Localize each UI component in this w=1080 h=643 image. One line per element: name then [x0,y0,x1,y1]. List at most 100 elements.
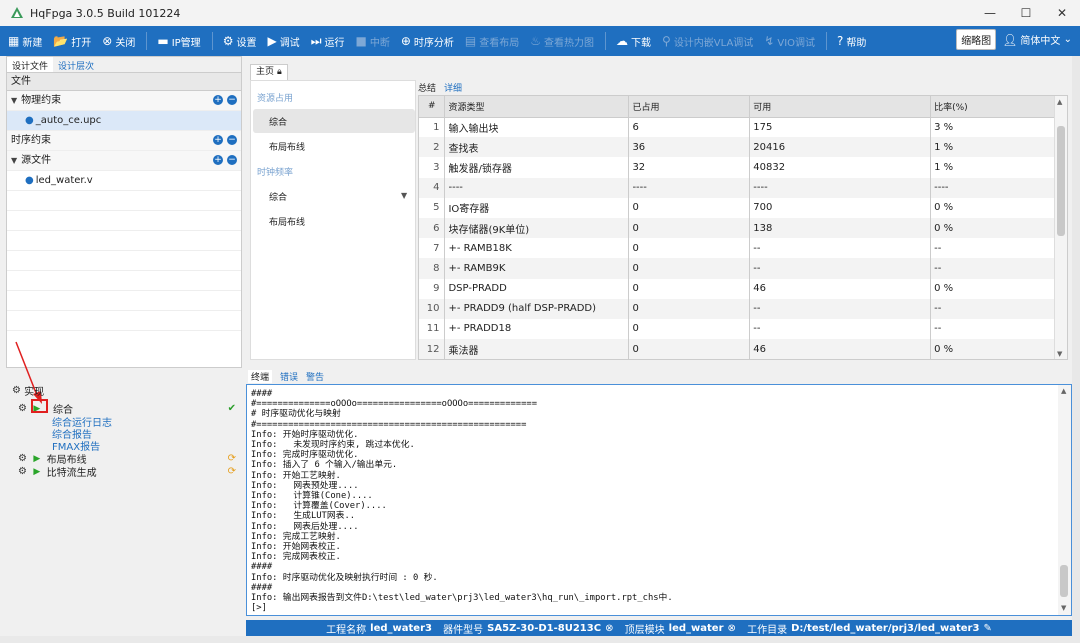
table-cell: 2 [419,137,446,158]
device-settings-icon[interactable]: ⊗ [605,623,613,634]
col-header-used[interactable]: 已占用 [628,96,751,118]
table-cell: 8 [419,258,446,279]
table-row[interactable]: 7 +- RAMB18K 0 -- -- [419,238,1055,259]
tree-group-source-files[interactable]: ▼ 源文件 + − [7,151,241,171]
table-row[interactable]: 4 ---- ---- ---- ---- [419,177,1055,198]
toolbar-button-14[interactable]: ? 帮助 [837,34,866,49]
scroll-up-icon[interactable]: ▲ [1057,98,1062,106]
col-header-type[interactable]: 资源类型 [444,96,630,118]
gear-icon[interactable]: ⚙ [18,403,27,414]
collapse-arrow-icon[interactable]: ▼ [11,156,17,165]
toolbar-button-11[interactable]: ☁ 下载 [616,34,651,49]
remove-icon[interactable]: − [227,135,237,145]
scroll-thumb[interactable] [1060,565,1068,597]
table-row[interactable]: 5 IO寄存器 0 700 0 % [419,197,1055,218]
nav-item-clock-place-route[interactable]: 布局布线 [269,215,305,228]
col-header-index[interactable]: # [419,96,446,118]
nav-item-clock-synthesis[interactable]: 综合 [269,190,287,203]
verilog-file-icon: ● [25,175,34,186]
gear-icon[interactable]: ⚙ [18,453,27,464]
minimize-button[interactable]: — [972,0,1008,26]
toolbar-button-12[interactable]: ⚲ 设计内嵌VLA调试 [662,34,753,49]
toolbar-button-10[interactable]: ♨ 查看热力图 [530,34,594,49]
toolbar-button-3[interactable]: ▬ IP管理 [157,34,200,49]
add-icon[interactable]: + [213,135,223,145]
add-icon[interactable]: + [213,95,223,105]
gear-icon[interactable]: ⚙ [18,466,27,477]
table-row[interactable]: 2 查找表 36 20416 1 % [419,137,1055,158]
scroll-down-icon[interactable]: ▼ [1061,604,1066,612]
console-output[interactable]: #### #==============oOOOo================… [246,384,1072,616]
tab-home[interactable]: 主页 🔒︎ [250,64,288,80]
remove-icon[interactable]: − [227,95,237,105]
add-icon[interactable]: + [213,155,223,165]
close-button[interactable]: ✕ [1044,0,1080,26]
tab-summary[interactable]: 总结 [418,81,436,94]
table-cell: -- [930,298,1055,319]
table-row[interactable]: 11 +- PRADD18 0 -- -- [419,318,1055,340]
tab-design-hierarchy[interactable]: 设计层次 [53,57,99,72]
thumbnail-button[interactable]: 缩略图 [956,29,997,50]
step-bitstream[interactable]: ⚙ ▶ 比特流生成 ⟳ [18,464,240,479]
tab-errors[interactable]: 错误 [280,370,298,383]
col-header-available[interactable]: 可用 [749,96,932,118]
toolbar-button-8[interactable]: ⊕ 时序分析 [401,34,454,49]
user-icon: 👤︎ [1002,32,1018,47]
toolbar-button-6[interactable]: ⏭ 运行 [311,34,345,49]
maximize-button[interactable]: ☐ [1008,0,1044,26]
toolbar-button-4[interactable]: ⚙ 设置 [223,34,257,49]
nav-item-place-route[interactable]: 布局布线 [269,140,305,153]
toolbar-label: IP管理 [171,37,201,49]
table-row[interactable]: 9 DSP-PRADD 0 46 0 % [419,278,1055,299]
tree-file-auto-ce[interactable]: ● _auto_ce.upc [7,111,241,131]
dropdown-arrow-icon[interactable]: ▼ [401,191,407,200]
toolbar-icon-13-icon: ↯ [764,34,775,48]
table-row[interactable]: 1 输入输出块 6 175 3 % [419,117,1055,138]
tab-design-files[interactable]: 设计文件 [7,57,54,72]
tab-terminal[interactable]: 终端 [248,370,273,383]
toolbar-button-9[interactable]: ▤ 查看布局 [465,34,519,49]
toolbar-button-0[interactable]: ▦ 新建 [8,34,42,49]
table-row[interactable]: 3 触发器/锁存器 32 40832 1 % [419,157,1055,178]
table-scrollbar[interactable]: ▲ ▼ [1054,96,1067,359]
top-settings-icon[interactable]: ⊗ [728,623,736,634]
group-label: 物理约束 [21,95,62,106]
project-name: led_water3 [370,622,432,634]
device-label: 器件型号 [443,624,484,636]
scroll-down-icon[interactable]: ▼ [1057,350,1062,358]
table-cell: +- PRADD18 [444,318,630,340]
pending-sync-icon: ⟳ [227,453,236,464]
language-selector[interactable]: 👤︎ 简体中文 ⌄ [1002,32,1072,48]
toolbar-label: 调试 [279,37,300,49]
toolbar-button-1[interactable]: 📂 打开 [53,34,91,49]
toolbar-icon-5-icon: ▶ [267,34,277,48]
nav-item-synthesis[interactable]: 综合 [269,115,287,128]
scroll-thumb[interactable] [1057,126,1065,236]
table-row[interactable]: 6 块存储器(9K单位) 0 138 0 % [419,217,1055,239]
pending-sync-icon: ⟳ [227,466,236,477]
tab-detail[interactable]: 详细 [444,81,462,94]
table-cell: 6 [419,217,446,239]
tree-group-physical-constraints[interactable]: ▼ 物理约束 + − [7,91,241,111]
tree-file-led-water[interactable]: ● led_water.v [7,171,241,191]
scroll-up-icon[interactable]: ▲ [1061,387,1066,395]
tab-warnings[interactable]: 警告 [306,370,324,383]
run-play-icon[interactable]: ▶ [33,454,40,464]
table-row[interactable]: 8 +- RAMB9K 0 -- -- [419,258,1055,279]
col-header-ratio[interactable]: 比率(%) [930,96,1055,118]
toolbar-button-2[interactable]: ⊗ 关闭 [102,34,135,49]
toolbar-button-13[interactable]: ↯ VIO调试 [764,34,815,49]
remove-icon[interactable]: − [227,155,237,165]
toolbar-button-5[interactable]: ▶ 调试 [267,34,299,49]
run-play-icon[interactable]: ▶ [33,467,40,477]
table-row[interactable]: 10 +- PRADD9 (half DSP-PRADD) 0 -- -- [419,298,1055,319]
toolbar-label: 中断 [369,37,390,49]
collapse-arrow-icon[interactable]: ▼ [11,96,17,105]
table-cell: -- [930,258,1055,279]
tree-group-timing-constraints[interactable]: 时序约束 + − [7,131,241,151]
log-line: #==============oOOOo================oOOO… [251,399,537,410]
edit-dir-icon[interactable]: ✎ [983,623,991,634]
toolbar-button-7[interactable]: ■ 中断 [356,34,390,49]
table-row[interactable]: 12 乘法器 0 46 0 % [419,339,1055,359]
console-scrollbar[interactable]: ▲ ▼ [1058,385,1071,615]
